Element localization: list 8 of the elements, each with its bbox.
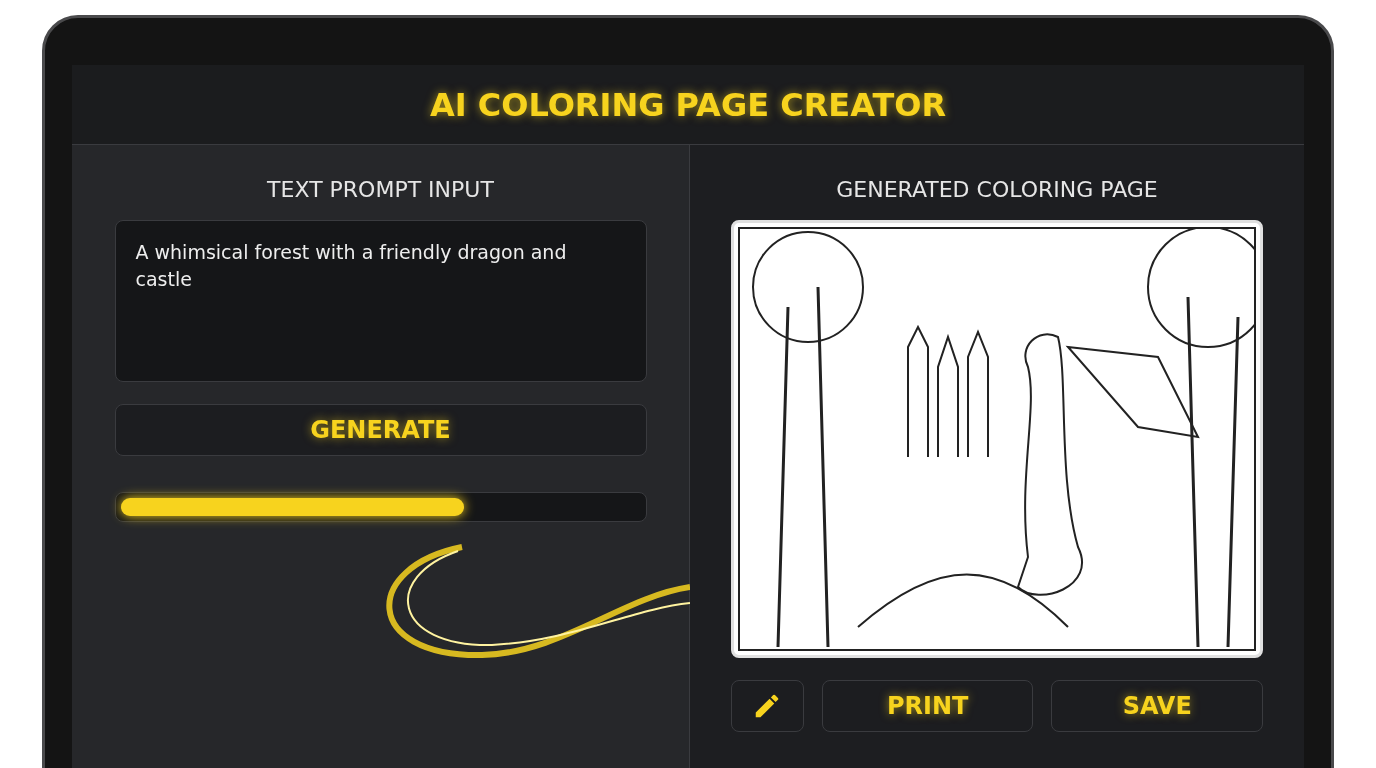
edit-button[interactable] (731, 680, 804, 732)
prompt-field[interactable]: A whimsical forest with a friendly dragon and castle (114, 220, 647, 382)
app-title: AI COLORING PAGE CREATOR (429, 84, 947, 126)
action-button[interactable]: SAVE (1051, 680, 1263, 732)
panel-title: TEXT PROMPT INPUT (267, 176, 494, 204)
action-button[interactable]: PRINT (821, 680, 1034, 732)
generate-button[interactable]: GENERATE (114, 404, 647, 456)
panel-title: GENERATED COLORING PAGE (836, 176, 1158, 204)
